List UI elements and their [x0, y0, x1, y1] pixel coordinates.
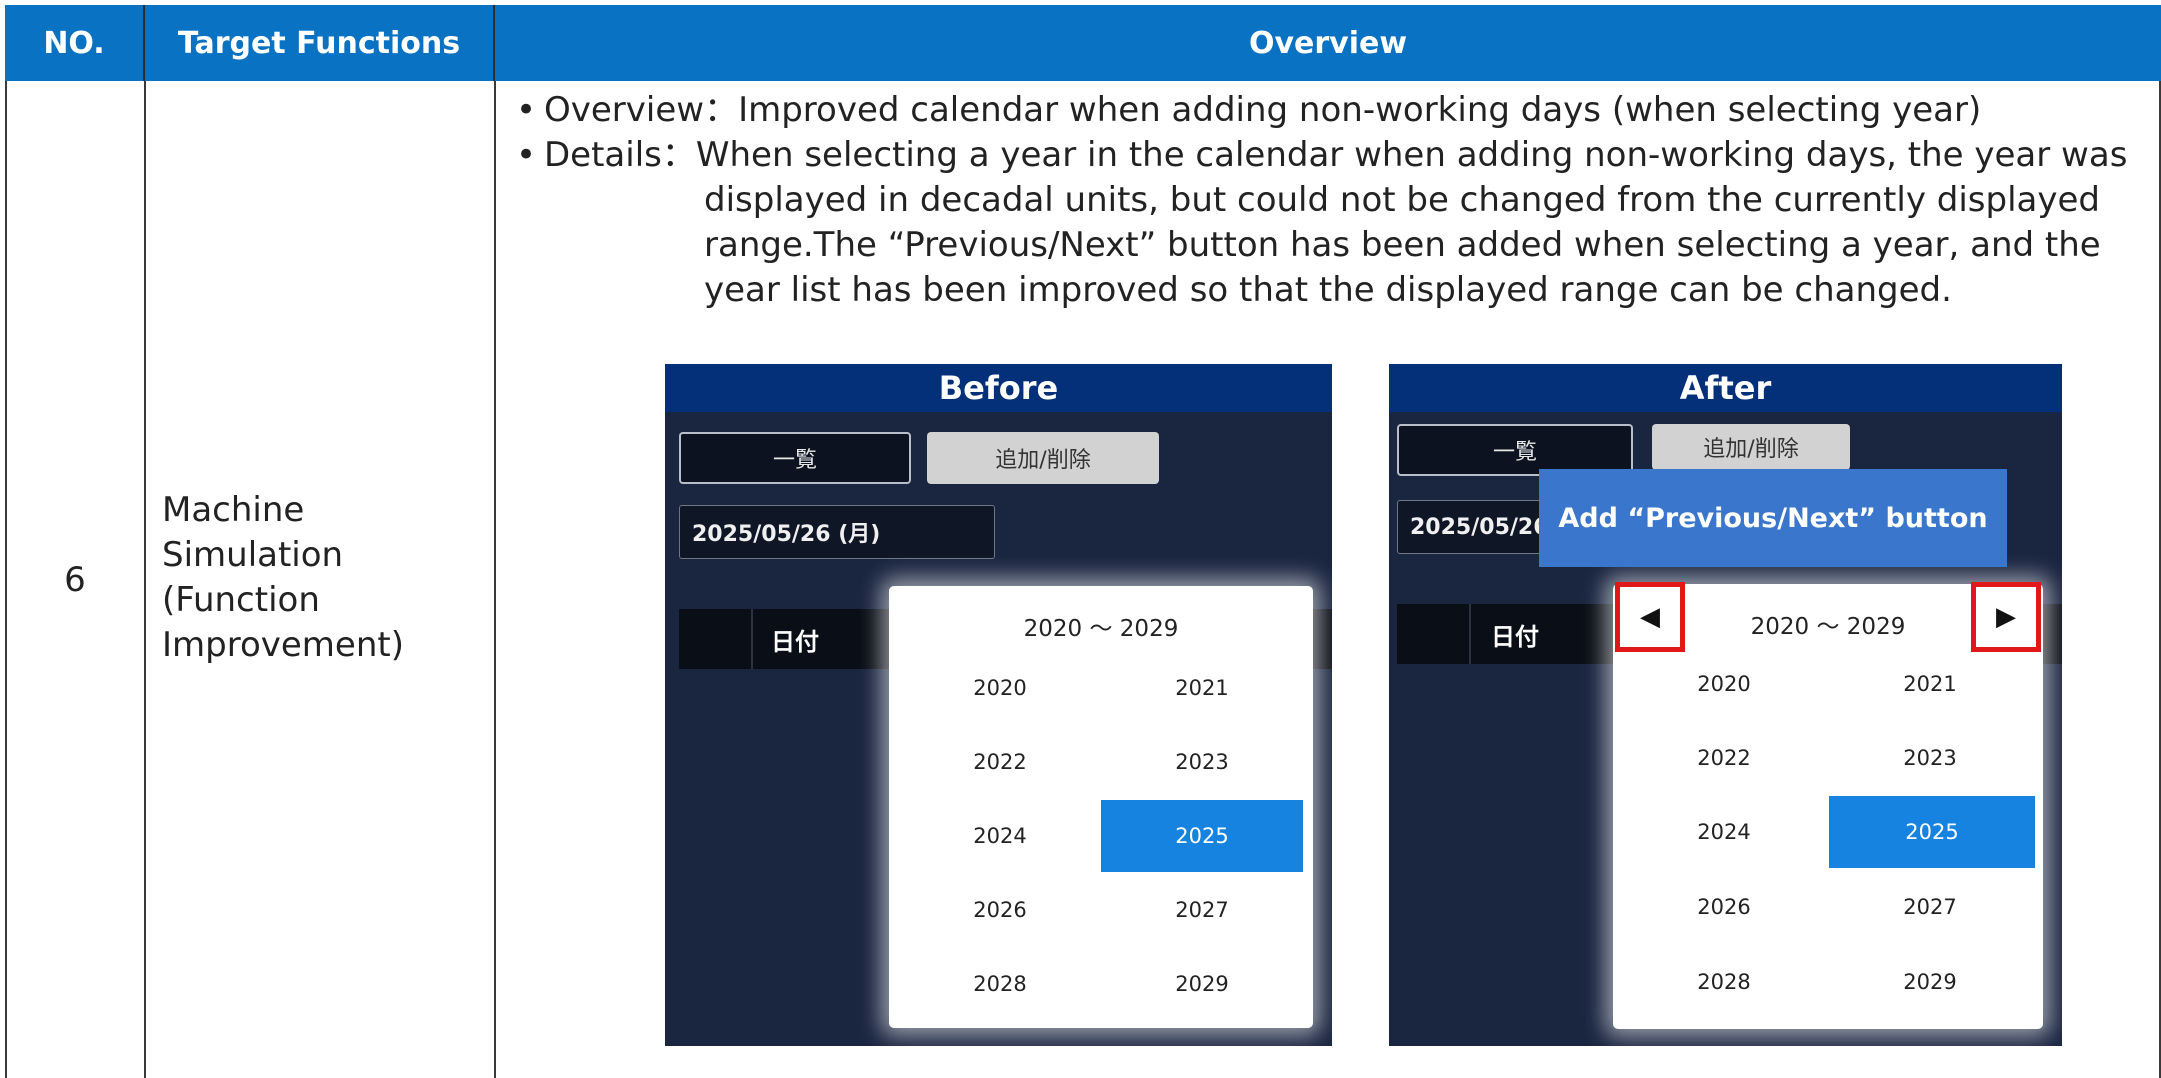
after-title: After — [1389, 364, 2062, 412]
slide-page: NO. Target Functions Overview 6 Machine … — [0, 0, 2161, 1078]
overview-label: Overview： — [544, 90, 739, 130]
header-no: NO. — [5, 5, 145, 81]
year-option[interactable]: 2020 — [1623, 648, 1825, 720]
target-function-line: Improvement) — [162, 625, 404, 665]
next-decade-button[interactable]: ▶ — [1971, 582, 2041, 652]
overview-text-block: • Overview：Improved calendar when adding … — [508, 88, 2148, 313]
year-option[interactable]: 2028 — [1623, 946, 1825, 1018]
details-line: range.The “Previous/Next” button has bee… — [704, 225, 2101, 265]
before-title: Before — [665, 364, 1332, 412]
target-function-cell: Machine Simulation (Function Improvement… — [162, 488, 492, 668]
column-divider-2 — [494, 81, 496, 1078]
previous-decade-button[interactable]: ◀ — [1615, 582, 1685, 652]
add-delete-button[interactable]: 追加/削除 — [927, 432, 1159, 484]
column-separator — [1469, 604, 1471, 664]
target-function-line: Simulation — [162, 535, 344, 575]
bullet: • — [515, 135, 537, 175]
year-option-selected[interactable]: 2025 — [1101, 800, 1303, 872]
year-option[interactable]: 2020 — [899, 652, 1101, 724]
date-column-label: 日付 — [771, 627, 819, 656]
row-number: 6 — [64, 559, 86, 600]
year-option[interactable]: 2021 — [1101, 652, 1303, 724]
year-option[interactable]: 2026 — [1623, 871, 1825, 943]
target-function-line: (Function — [162, 580, 320, 620]
overview-description: Improved calendar when adding non-workin… — [738, 90, 1982, 130]
details-line: displayed in decadal units, but could no… — [704, 180, 2100, 220]
after-screenshot: After 一覧 追加/削除 2025/05/26 日付 2020 ～ 2029… — [1389, 364, 2062, 1046]
year-option[interactable]: 2023 — [1829, 722, 2031, 794]
date-column-label: 日付 — [1491, 622, 1539, 651]
chevron-right-icon: ▶ — [1996, 602, 2016, 632]
year-option[interactable]: 2022 — [899, 726, 1101, 798]
details-line: year list has been improved so that the … — [704, 270, 1952, 310]
overview-bullet-line: • Overview：Improved calendar when adding … — [508, 88, 2148, 133]
year-option[interactable]: 2026 — [899, 874, 1101, 946]
column-separator — [751, 609, 753, 669]
target-function-line: Machine — [162, 490, 305, 530]
date-field[interactable]: 2025/05/26 (月) — [679, 505, 995, 559]
add-delete-button[interactable]: 追加/削除 — [1652, 424, 1850, 470]
year-option[interactable]: 2027 — [1829, 871, 2031, 943]
before-screenshot: Before 一覧 追加/削除 2025/05/26 (月) 日付 2020 ～… — [665, 364, 1332, 1046]
header-overview: Overview — [495, 5, 2161, 81]
year-option[interactable]: 2028 — [899, 948, 1101, 1020]
year-option[interactable]: 2024 — [899, 800, 1101, 872]
year-option[interactable]: 2029 — [1101, 948, 1303, 1020]
year-picker-popup: 2020 ～ 2029 2020 2021 2022 2023 2024 202… — [889, 586, 1313, 1028]
bullet: • — [515, 90, 537, 130]
details-line: When selecting a year in the calendar wh… — [695, 135, 2128, 175]
details-label: Details： — [544, 135, 696, 175]
year-option[interactable]: 2021 — [1829, 648, 2031, 720]
details-bullet-line: • Details：When selecting a year in the ca… — [508, 133, 2148, 178]
year-option[interactable]: 2029 — [1829, 946, 2031, 1018]
year-option[interactable]: 2024 — [1623, 796, 1825, 868]
chevron-left-icon: ◀ — [1640, 602, 1660, 632]
year-option[interactable]: 2022 — [1623, 722, 1825, 794]
year-option[interactable]: 2027 — [1101, 874, 1303, 946]
callout-annotation: Add “Previous/Next” button — [1539, 469, 2007, 567]
header-target-functions: Target Functions — [145, 5, 495, 81]
year-option-selected[interactable]: 2025 — [1829, 796, 2035, 868]
list-button[interactable]: 一覧 — [679, 432, 911, 484]
year-option[interactable]: 2023 — [1101, 726, 1303, 798]
